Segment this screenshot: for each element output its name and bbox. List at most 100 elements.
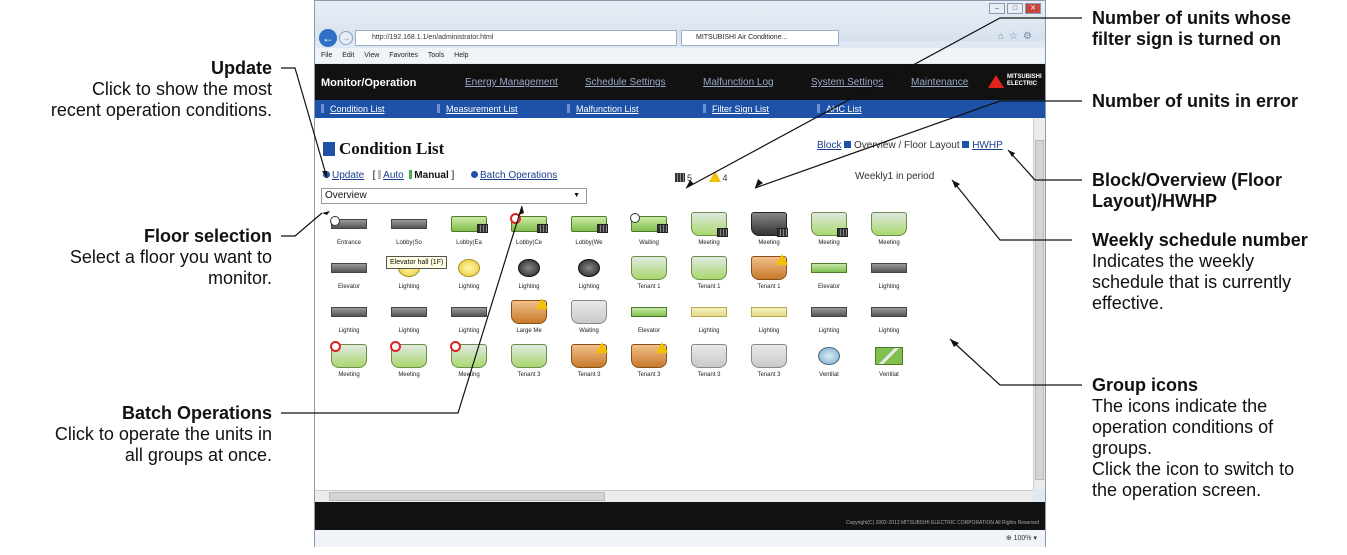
group-icon[interactable]: Tenant 3: [679, 344, 739, 388]
group-icon[interactable]: Tenant 3: [619, 342, 679, 388]
cassette-unit-icon: [571, 342, 608, 368]
group-icon[interactable]: Tenant 1: [739, 254, 799, 300]
group-icon[interactable]: Elevator: [319, 256, 379, 300]
vertical-scrollbar[interactable]: [1033, 118, 1045, 490]
group-icon[interactable]: Meeting: [319, 341, 379, 388]
group-icon[interactable]: Waiting: [559, 300, 619, 344]
weekly-schedule: Weekly1 in period: [855, 171, 935, 182]
scroll-thumb[interactable]: [329, 492, 605, 501]
ceiling-unit-icon: [571, 216, 608, 233]
group-icon[interactable]: Tenant 3: [559, 342, 619, 388]
group-icon[interactable]: Lighting: [799, 300, 859, 344]
address-bar[interactable]: http://192.168.1.1/en/administrator.html: [355, 30, 677, 46]
back-button[interactable]: ←: [319, 29, 337, 47]
group-icon[interactable]: Lighting: [499, 256, 559, 300]
close-button[interactable]: ✕: [1025, 3, 1041, 14]
annotation-filter-count: Number of units whose filter sign is tur…: [1092, 8, 1291, 50]
group-icon[interactable]: Lobby(Ce: [499, 212, 559, 256]
group-icon[interactable]: Lighting: [739, 300, 799, 344]
group-icon[interactable]: Meeting: [799, 212, 859, 256]
floor-select[interactable]: Overview ▼: [321, 188, 587, 204]
subnav-measurement-list[interactable]: Measurement List: [437, 104, 518, 114]
menu-favorites[interactable]: Favorites: [389, 52, 418, 59]
group-icon[interactable]: Waiting: [619, 212, 679, 256]
group-icon[interactable]: Lighting: [859, 256, 919, 300]
group-icon[interactable]: Lobby(We: [559, 212, 619, 256]
view-hwhp-link[interactable]: HWHP: [972, 140, 1003, 151]
group-icon[interactable]: Meeting: [739, 212, 799, 256]
nav-maintenance[interactable]: Maintenance: [911, 77, 968, 88]
group-icon[interactable]: Lighting: [439, 256, 499, 300]
horizontal-scrollbar[interactable]: [315, 490, 1033, 502]
group-icon[interactable]: Large Me: [499, 298, 559, 344]
group-icon[interactable]: Tenant 3: [739, 344, 799, 388]
maximize-button[interactable]: □: [1007, 3, 1023, 14]
group-label: Lighting: [818, 328, 840, 334]
prohibit-icon: [450, 341, 461, 352]
view-block-link[interactable]: Block: [817, 140, 841, 151]
group-icon[interactable]: Lobby(Ea: [439, 212, 499, 256]
filter-count: 5: [687, 173, 693, 183]
batch-operations-link[interactable]: Batch Operations: [480, 170, 557, 181]
group-icon[interactable]: Meeting: [859, 212, 919, 256]
wall-unit-icon: [391, 219, 427, 229]
group-icon[interactable]: Lighting: [679, 300, 739, 344]
nav-malfunction-log[interactable]: Malfunction Log: [703, 77, 774, 88]
minimize-button[interactable]: –: [989, 3, 1005, 14]
group-icon[interactable]: Meeting: [379, 341, 439, 388]
group-icon-wrapper: [450, 341, 487, 370]
group-icon-wrapper: [330, 212, 367, 238]
group-icon[interactable]: Ventilat: [799, 344, 859, 388]
group-icon[interactable]: Lighting: [319, 300, 379, 344]
group-icon[interactable]: Lighting: [379, 300, 439, 344]
browser-toolbar-icons[interactable]: ⌂☆⚙: [998, 31, 1037, 42]
menu-file[interactable]: File: [321, 52, 332, 59]
nav-schedule-settings[interactable]: Schedule Settings: [585, 77, 666, 88]
subnav-ahc-list[interactable]: AHC List: [817, 104, 862, 114]
cassette-unit-icon: [691, 344, 727, 368]
view-overview-link[interactable]: Overview / Floor Layout: [854, 140, 960, 151]
group-icon[interactable]: Lighting: [439, 300, 499, 344]
subnav-filter-sign-list[interactable]: Filter Sign List: [703, 104, 769, 114]
group-label: Waiting: [639, 240, 659, 246]
group-label: Entrance: [336, 240, 361, 246]
nav-monitor-operation[interactable]: Monitor/Operation: [321, 77, 416, 89]
group-icon[interactable]: Tenant 1: [679, 256, 739, 300]
scroll-thumb[interactable]: [1035, 140, 1044, 480]
auto-mode-link[interactable]: Auto: [383, 170, 404, 181]
annotation-title: Group icons: [1092, 375, 1199, 395]
annotation-error-count: Number of units in error: [1092, 91, 1298, 112]
group-icon[interactable]: Lighting: [559, 256, 619, 300]
group-label: Meeting: [758, 240, 780, 246]
subnav-malfunction-list[interactable]: Malfunction List: [567, 104, 639, 114]
group-icon[interactable]: Lobby(So: [379, 212, 439, 256]
group-icon[interactable]: Ventilat: [859, 344, 919, 388]
zoom-level[interactable]: ⊕ 100% ▾: [1006, 534, 1037, 542]
group-icon[interactable]: Meeting: [439, 341, 499, 388]
annotation-update: Update Click to show the most recent ope…: [51, 58, 272, 121]
nav-system-settings[interactable]: System Settings: [811, 77, 883, 88]
wall-unit-icon: [331, 263, 367, 273]
group-icon[interactable]: Elevator: [799, 256, 859, 300]
menu-help[interactable]: Help: [454, 52, 468, 59]
browser-tab[interactable]: MITSUBISHI Air Conditione...: [681, 30, 839, 46]
group-icon[interactable]: Meeting: [679, 212, 739, 256]
subnav-condition-list[interactable]: Condition List: [321, 104, 385, 114]
forward-button[interactable]: →: [339, 31, 353, 45]
group-icon[interactable]: Entrance: [319, 212, 379, 256]
menu-tools[interactable]: Tools: [428, 52, 444, 59]
filter-sign-icon: [597, 224, 608, 233]
nav-energy-management[interactable]: Energy Management: [465, 77, 558, 88]
group-icon[interactable]: Tenant 3: [499, 344, 559, 388]
menu-edit[interactable]: Edit: [342, 52, 354, 59]
warning-icon: [596, 342, 608, 353]
group-icon[interactable]: Elevator: [619, 300, 679, 344]
group-icon[interactable]: Lighting: [859, 300, 919, 344]
app-footer: Copyright(C) 2002-2013 MITSUBISHI ELECTR…: [315, 502, 1045, 530]
update-link[interactable]: Update: [332, 170, 364, 181]
group-icon[interactable]: Tenant 1: [619, 256, 679, 300]
annotation-text: Click to show the most: [91, 79, 272, 99]
menu-view[interactable]: View: [364, 52, 379, 59]
condition-list-content: Condition List Block Overview / Floor La…: [315, 118, 1033, 490]
group-icon-wrapper: [691, 344, 727, 370]
